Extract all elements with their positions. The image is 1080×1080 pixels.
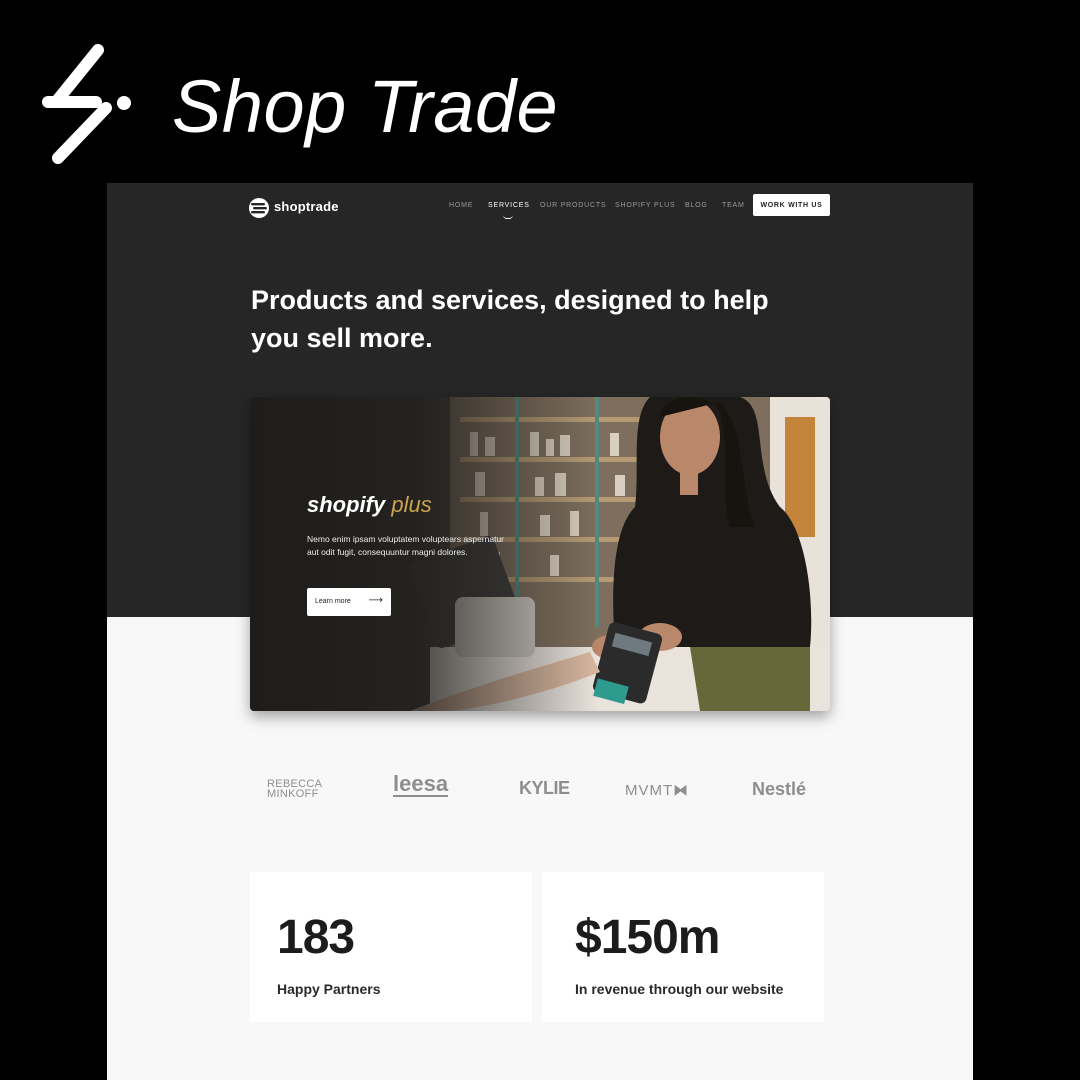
nav-link-home[interactable]: HOME [449,202,473,209]
card-description: Nemo enim ipsam voluptatem voluptears as… [307,534,505,557]
active-link-indicator [503,215,513,219]
nav-link-shopify-plus[interactable]: SHOPIFY PLUS [615,202,675,209]
website-mockup: shoptrade HOME SERVICES OUR PRODUCTS SHO… [107,183,973,1080]
arrow-right-icon: ⟶ [368,595,383,606]
nav-link-team[interactable]: TEAM [722,202,745,209]
client-logos-row: REBECCA MINKOFF leesa KYLIE MVMT⧓ Nestlé [250,771,830,811]
stat-value: $150m [575,911,720,964]
logo-leesa: leesa [393,771,449,797]
shop-trade-logo-icon [42,44,131,164]
nav-link-blog[interactable]: BLOG [685,202,708,209]
shopify-word: shopify [307,492,386,517]
shopify-plus-feature-card[interactable]: shopify plus Nemo enim ipsam voluptatem … [250,397,830,711]
plus-word: plus [391,492,432,517]
stat-label: Happy Partners [277,981,381,997]
shopify-plus-logo: shopify plus [307,492,432,518]
brand-title: Shop Trade [172,65,559,148]
hero-headline: Products and services, designed to help … [251,285,769,353]
logo-nestle: Nestlé [752,779,807,799]
logo-mvmt-text: MVMT [625,782,674,799]
nav-link-our-products[interactable]: OUR PRODUCTS [540,202,606,209]
nav-brand-name[interactable]: shoptrade [274,199,339,214]
nav-link-services[interactable]: SERVICES [488,202,530,209]
brand-header: Shop Trade [0,0,1080,183]
stat-card-revenue: $150m In revenue through our website [542,872,824,1022]
logo-mvmt: MVMT⧓ [625,781,689,799]
top-navigation: shoptrade HOME SERVICES OUR PRODUCTS SHO… [107,183,973,231]
work-with-us-button[interactable]: WORK WITH US [753,194,830,216]
logo-rebecca-line2: MINKOFF [267,788,319,800]
shoptrade-logo-icon[interactable] [248,197,270,219]
stat-label: In revenue through our website [575,981,784,997]
stat-card-partners: 183 Happy Partners [250,872,532,1022]
stat-value: 183 [277,911,355,964]
logo-kylie: KYLIE [519,778,570,798]
logo-rebecca-minkoff: REBECCA MINKOFF [267,779,322,800]
mvmt-mark-icon: ⧓ [673,782,690,799]
learn-more-button[interactable]: Learn more ⟶ [307,588,391,616]
learn-more-label: Learn more [315,598,351,605]
